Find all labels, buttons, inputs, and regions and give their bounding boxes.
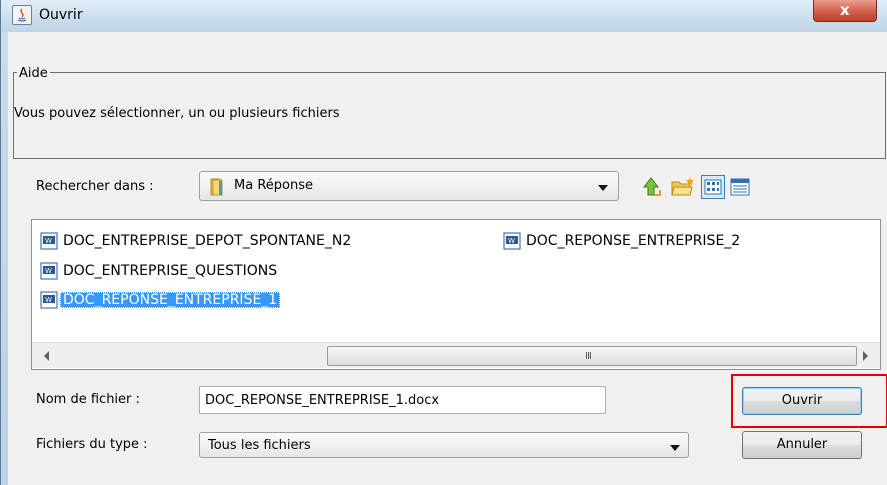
file-item[interactable]: W DOC_REPONSE_ENTREPRISE_2 xyxy=(503,230,873,252)
title-bar[interactable]: Ouvrir x xyxy=(1,0,887,32)
scroll-left-icon[interactable] xyxy=(44,351,49,361)
horizontal-scrollbar[interactable]: III xyxy=(32,342,880,368)
scroll-right-icon[interactable] xyxy=(863,351,868,361)
file-item-selected[interactable]: W DOC_REPONSE_ENTREPRISE_1 xyxy=(40,289,440,311)
svg-text:W: W xyxy=(508,237,515,245)
file-name: DOC_REPONSE_ENTREPRISE_1 xyxy=(60,292,281,308)
aide-legend: Aide xyxy=(17,66,50,81)
word-doc-icon: W xyxy=(40,262,58,280)
new-folder-icon[interactable] xyxy=(670,175,694,199)
close-button[interactable]: x xyxy=(813,0,877,22)
file-name: DOC_REPONSE_ENTREPRISE_2 xyxy=(526,233,741,249)
details-view-icon[interactable] xyxy=(729,176,753,200)
scroll-thumb[interactable]: III xyxy=(327,346,857,366)
file-item[interactable]: W DOC_ENTREPRISE_QUESTIONS xyxy=(40,260,440,282)
list-view-icon[interactable] xyxy=(701,175,725,199)
look-in-label: Rechercher dans : xyxy=(36,179,154,194)
up-folder-icon[interactable] xyxy=(640,175,664,199)
svg-text:W: W xyxy=(45,237,52,245)
folder-icon xyxy=(208,178,228,200)
word-doc-icon: W xyxy=(40,291,58,309)
filetype-select[interactable]: Tous les fichiers xyxy=(199,432,689,458)
highlight-box xyxy=(731,374,887,428)
filetype-label: Fichiers du type : xyxy=(36,437,148,452)
look-in-value: Ma Réponse xyxy=(234,178,313,193)
word-doc-icon: W xyxy=(40,232,58,250)
open-dialog: Ouvrir x Aide Vous pouvez sélectionner, … xyxy=(0,0,887,485)
file-name: DOC_ENTREPRISE_DEPOT_SPONTANE_N2 xyxy=(63,233,352,249)
filetype-value: Tous les fichiers xyxy=(208,438,311,453)
filename-value: DOC_REPONSE_ENTREPRISE_1.docx xyxy=(205,393,440,408)
chevron-down-icon xyxy=(670,445,680,451)
aide-text: Vous pouvez sélectionner, un ou plusieur… xyxy=(14,106,340,121)
close-icon: x xyxy=(840,1,850,19)
file-item[interactable]: W DOC_ENTREPRISE_DEPOT_SPONTANE_N2 xyxy=(40,230,440,252)
cancel-button[interactable]: Annuler xyxy=(742,431,862,459)
window-title: Ouvrir xyxy=(39,7,83,23)
svg-text:W: W xyxy=(45,296,52,304)
svg-text:W: W xyxy=(45,267,52,275)
word-doc-icon: W xyxy=(503,232,521,250)
filename-label: Nom de fichier : xyxy=(36,392,140,407)
file-name: DOC_ENTREPRISE_QUESTIONS xyxy=(63,263,278,279)
scroll-grip: III xyxy=(585,351,592,362)
java-app-icon xyxy=(12,5,32,25)
look-in-combo[interactable]: Ma Réponse xyxy=(199,171,619,201)
chevron-down-icon xyxy=(598,185,608,191)
filename-input[interactable]: DOC_REPONSE_ENTREPRISE_1.docx xyxy=(199,386,606,414)
